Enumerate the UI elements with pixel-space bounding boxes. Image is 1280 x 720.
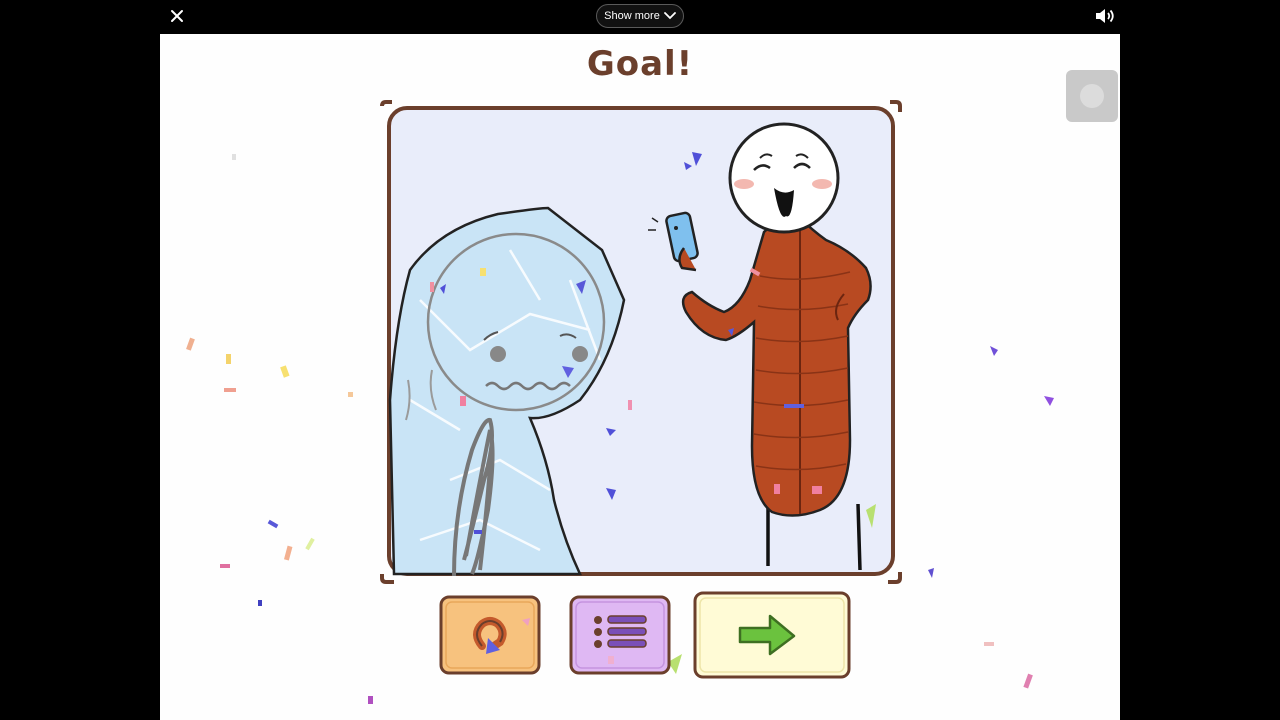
video-top-bar: Show more <box>0 0 1280 34</box>
volume-icon[interactable] <box>1093 5 1117 27</box>
restart-icon <box>439 595 541 675</box>
menu-button[interactable] <box>568 594 672 676</box>
show-more-label: Show more <box>604 10 660 22</box>
next-level-button[interactable] <box>692 590 852 680</box>
list-menu-icon <box>569 595 671 675</box>
chevron-down-icon <box>663 12 676 20</box>
arrow-right-icon <box>693 591 851 679</box>
game-area: Goal! <box>160 34 1120 720</box>
show-more-button[interactable]: Show more <box>596 4 684 28</box>
close-icon[interactable] <box>166 5 188 27</box>
restart-button[interactable] <box>438 594 542 676</box>
level-illustration <box>380 100 902 584</box>
